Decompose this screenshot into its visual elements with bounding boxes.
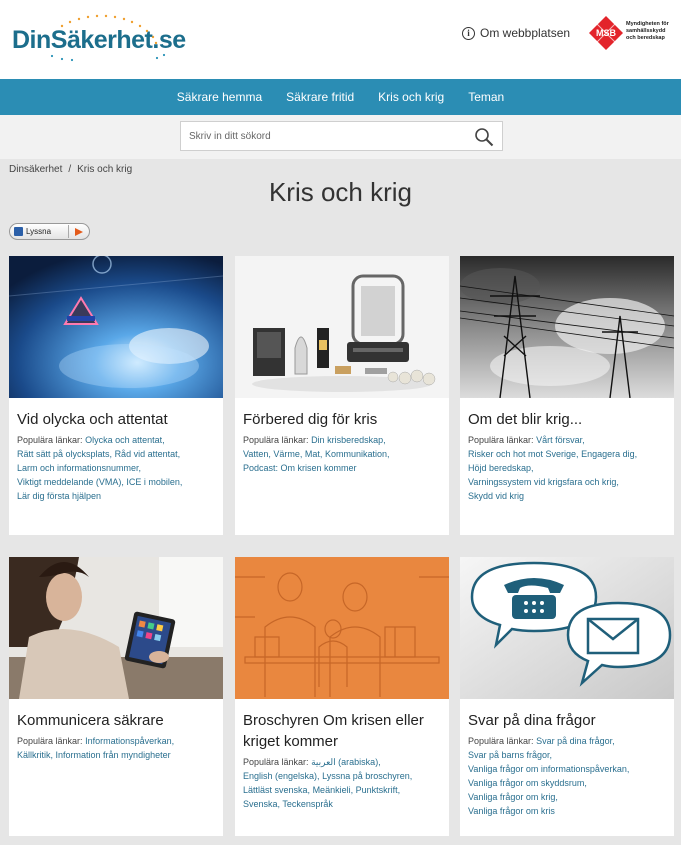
link-lyssna-broschyren[interactable]: Lyssna på broschyren,	[322, 771, 412, 781]
card-title[interactable]: Broschyren Om krisen eller kriget kommer	[243, 710, 443, 752]
msb-badge-icon: MSB	[589, 16, 623, 50]
card-image-preparedness	[235, 256, 449, 398]
card-links: Populära länkar: العربية (arabiska), Eng…	[243, 755, 448, 811]
link-informationspaverkan[interactable]: Informationspåverkan,	[85, 736, 174, 746]
popular-label: Populära länkar:	[468, 435, 534, 445]
listen-label: Lyssna	[26, 227, 52, 236]
link-forsta-hjalpen[interactable]: Lär dig första hjälpen	[17, 491, 101, 501]
card-forbered-dig[interactable]: Förbered dig för kris Populära länkar: D…	[235, 256, 449, 535]
link-ratt-satt[interactable]: Rätt sätt på olycksplats,	[17, 449, 112, 459]
play-icon[interactable]	[75, 228, 83, 236]
msb-logo[interactable]: MSB Myndigheten för samhällsskydd och be…	[588, 15, 676, 53]
link-faq-informationspaverkan[interactable]: Vanliga frågor om informationspåverkan,	[468, 764, 629, 774]
link-rad-vid-attentat[interactable]: Råd vid attentat,	[115, 449, 181, 459]
search-box	[180, 121, 503, 151]
link-skydd-vid-krig[interactable]: Skydd vid krig	[468, 491, 524, 501]
link-faq-kris[interactable]: Vanliga frågor om kris	[468, 806, 555, 816]
card-image-accident	[9, 256, 223, 398]
card-svar-pa-fragor[interactable]: Svar på dina frågor Populära länkar: Sva…	[460, 557, 674, 836]
card-title[interactable]: Om det blir krig...	[468, 409, 668, 430]
breadcrumb-current: Kris och krig	[77, 164, 133, 175]
breadcrumb: Dinsäkerhet / Kris och krig	[9, 164, 132, 175]
breadcrumb-home[interactable]: Dinsäkerhet	[9, 164, 62, 175]
link-engagera-dig[interactable]: Engagera dig,	[581, 449, 637, 459]
about-site-link[interactable]: i Om webbplatsen	[462, 26, 570, 40]
msb-text: Myndigheten för samhällsskydd och bereds…	[626, 21, 669, 41]
site-header: DinSäkerhet.se i Om webbplatsen MSB Mynd…	[0, 0, 681, 79]
search-icon[interactable]	[474, 127, 494, 147]
card-links: Populära länkar: Olycka och attentat, Rä…	[17, 433, 222, 503]
breadcrumb-separator: /	[68, 164, 72, 175]
link-svenska[interactable]: Svenska,	[243, 799, 280, 809]
card-title[interactable]: Förbered dig för kris	[243, 409, 443, 430]
info-icon: i	[462, 26, 475, 40]
link-teckensprak[interactable]: Teckenspråk	[282, 799, 333, 809]
nav-item-sakrare-fritid[interactable]: Säkrare fritid	[274, 90, 366, 104]
main-nav: Säkrare hemma Säkrare fritid Kris och kr…	[0, 79, 681, 115]
speaker-icon	[14, 227, 23, 236]
nav-item-teman[interactable]: Teman	[456, 90, 516, 104]
listen-button[interactable]: Lyssna	[9, 223, 90, 240]
card-links: Populära länkar: Svar på dina frågor, Sv…	[468, 734, 673, 818]
card-image-contact-bubbles	[460, 557, 674, 699]
link-svar-barns-fragor[interactable]: Svar på barns frågor,	[468, 750, 552, 760]
link-risker-och-hot[interactable]: Risker och hot mot Sverige,	[468, 449, 579, 459]
link-kommunikation[interactable]: Kommunikation,	[325, 449, 390, 459]
nav-item-sakrare-hemma[interactable]: Säkrare hemma	[165, 90, 274, 104]
link-vma[interactable]: Viktigt meddelande (VMA),	[17, 477, 124, 487]
card-title[interactable]: Svar på dina frågor	[468, 710, 668, 731]
search-input[interactable]	[181, 130, 461, 142]
card-om-det-blir-krig[interactable]: Om det blir krig... Populära länkar: Vår…	[460, 256, 674, 535]
link-krisberedskap[interactable]: Din krisberedskap,	[311, 435, 386, 445]
card-links: Populära länkar: Vårt försvar, Risker oc…	[468, 433, 673, 503]
msb-badge-text: MSB	[596, 28, 617, 38]
card-image-brochure-illustration	[235, 557, 449, 699]
link-podcast[interactable]: Podcast: Om krisen kommer	[243, 463, 357, 473]
link-vatten[interactable]: Vatten,	[243, 449, 271, 459]
nav-item-kris-och-krig[interactable]: Kris och krig	[366, 90, 456, 104]
link-arabiska[interactable]: العربية (arabiska),	[311, 757, 381, 767]
about-site-label: Om webbplatsen	[480, 26, 571, 40]
card-image-tablet-user	[9, 557, 223, 699]
link-faq-skyddsrum[interactable]: Vanliga frågor om skyddsrum,	[468, 778, 587, 788]
popular-label: Populära länkar:	[468, 736, 534, 746]
link-lattlast-svenska[interactable]: Lättläst svenska,	[243, 785, 310, 795]
link-ice[interactable]: ICE i mobilen,	[126, 477, 182, 487]
popular-label: Populära länkar:	[17, 736, 83, 746]
link-kallkritik[interactable]: Källkritik,	[17, 750, 53, 760]
card-image-power-lines	[460, 256, 674, 398]
link-varme[interactable]: Värme,	[273, 449, 302, 459]
card-links: Populära länkar: Informationspåverkan, K…	[17, 734, 222, 762]
link-faq-krig[interactable]: Vanliga frågor om krig,	[468, 792, 558, 802]
link-hojd-beredskap[interactable]: Höjd beredskap,	[468, 463, 534, 473]
popular-label: Populära länkar:	[243, 757, 309, 767]
card-kommunicera-sakrare[interactable]: Kommunicera säkrare Populära länkar: Inf…	[9, 557, 223, 836]
card-broschyren[interactable]: Broschyren Om krisen eller kriget kommer…	[235, 557, 449, 836]
card-title[interactable]: Vid olycka och attentat	[17, 409, 217, 430]
card-links: Populära länkar: Din krisberedskap, Vatt…	[243, 433, 448, 475]
link-vart-forsvar[interactable]: Vårt försvar,	[536, 435, 585, 445]
link-svar-pa-fragor[interactable]: Svar på dina frågor,	[536, 736, 615, 746]
link-olycka-och-attentat[interactable]: Olycka och attentat,	[85, 435, 165, 445]
link-punktskrift[interactable]: Punktskrift,	[356, 785, 401, 795]
logo-text: DinSäkerhet.se	[12, 26, 186, 54]
search-bar	[0, 115, 681, 159]
link-varningssystem[interactable]: Varningssystem vid krigsfara och krig,	[468, 477, 619, 487]
page-title: Kris och krig	[268, 177, 413, 207]
popular-label: Populära länkar:	[17, 435, 83, 445]
link-info-fran-myndigheter[interactable]: Information från myndigheter	[56, 750, 171, 760]
card-title[interactable]: Kommunicera säkrare	[17, 710, 217, 731]
card-vid-olycka[interactable]: Vid olycka och attentat Populära länkar:…	[9, 256, 223, 535]
link-engelska[interactable]: English (engelska),	[243, 771, 320, 781]
link-meankieli[interactable]: Meänkieli,	[313, 785, 354, 795]
link-larm[interactable]: Larm och informationsnummer,	[17, 463, 141, 473]
link-mat[interactable]: Mat,	[305, 449, 323, 459]
popular-label: Populära länkar:	[243, 435, 309, 445]
